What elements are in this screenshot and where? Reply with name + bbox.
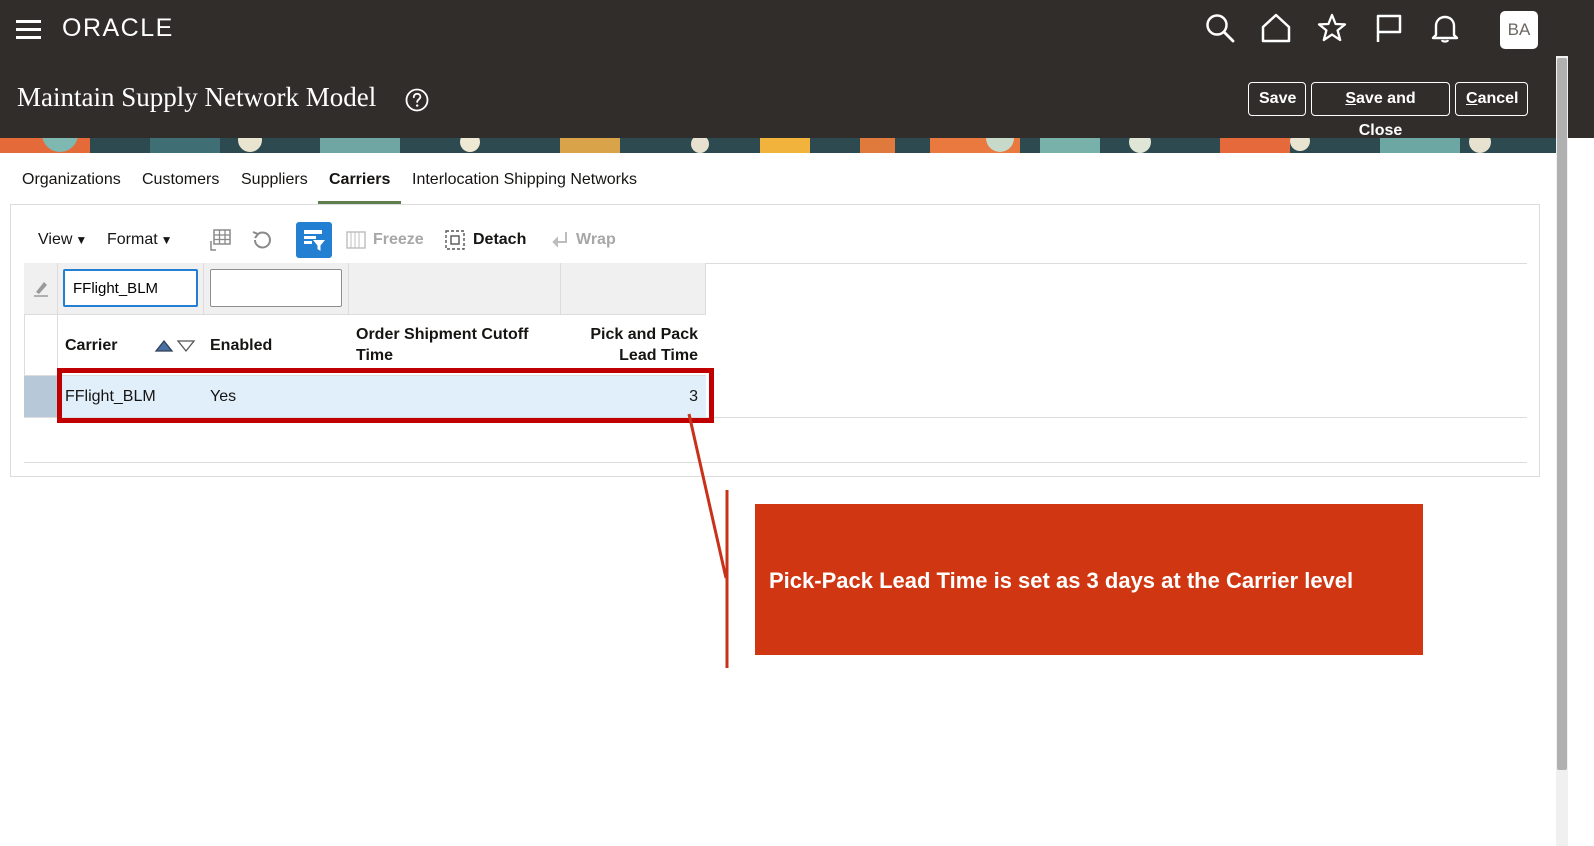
format-menu-label: Format (107, 231, 158, 248)
save-button[interactable]: Save (1248, 82, 1306, 116)
notifications-bell-icon[interactable] (1429, 12, 1461, 44)
help-icon[interactable] (405, 88, 429, 112)
detach-icon (444, 229, 466, 251)
format-caret-icon: ▼ (160, 233, 173, 247)
enabled-filter-input[interactable] (210, 269, 342, 307)
page-title: Maintain Supply Network Model (17, 82, 377, 112)
search-icon[interactable] (1204, 12, 1236, 44)
user-avatar[interactable]: BA (1500, 11, 1538, 49)
callout-connector (687, 413, 729, 668)
qbe-separator (203, 263, 204, 314)
tab-interlocation-shipping-networks[interactable]: Interlocation Shipping Networks (412, 171, 637, 189)
cutoff-time-column-header-line1[interactable]: Order Shipment Cutoff (356, 326, 528, 344)
pick-pack-column-header-line2[interactable]: Lead Time (566, 347, 698, 365)
save-and-close-access-key: S (1345, 90, 1357, 107)
cancel-access-key: C (1466, 90, 1478, 107)
grid-bottom-border (24, 462, 1527, 463)
qbe-separator (57, 263, 58, 314)
wrap-icon (550, 230, 570, 250)
detach-button[interactable]: Detach (473, 231, 526, 249)
pick-pack-column-header-line1[interactable]: Pick and Pack (566, 326, 698, 344)
decorative-banner (0, 138, 1556, 153)
cutoff-time-column-header-line2[interactable]: Time (356, 347, 393, 365)
manage-columns-icon[interactable] (208, 227, 232, 253)
annotation-callout-text: Pick-Pack Lead Time is set as 3 days at … (769, 568, 1354, 593)
carrier-filter-input[interactable] (63, 269, 198, 307)
query-by-example-button[interactable] (296, 222, 332, 258)
clear-filter-icon[interactable] (32, 279, 50, 297)
grid-col-divider (57, 314, 58, 376)
cancel-button[interactable]: Cancel (1455, 82, 1528, 116)
cancel-label: ancel (1477, 90, 1519, 107)
tab-organizations[interactable]: Organizations (22, 171, 121, 189)
qbe-separator (705, 263, 706, 314)
view-menu[interactable]: View ▼ (38, 231, 87, 249)
qbe-separator (348, 263, 349, 314)
view-menu-label: View (38, 231, 73, 248)
qbe-separator (560, 263, 561, 314)
favorites-star-icon[interactable] (1316, 12, 1348, 44)
tab-customers[interactable]: Customers (142, 171, 219, 189)
enabled-column-header[interactable]: Enabled (210, 337, 272, 355)
refresh-icon[interactable] (250, 228, 274, 252)
flag-icon[interactable] (1373, 12, 1405, 44)
freeze-button[interactable]: Freeze (373, 231, 424, 249)
freeze-icon (346, 230, 366, 250)
grid-header-border (24, 314, 706, 315)
wrap-button[interactable]: Wrap (576, 231, 616, 249)
row-selector[interactable] (24, 376, 58, 418)
sort-controls[interactable] (154, 337, 198, 353)
tab-suppliers[interactable]: Suppliers (241, 171, 308, 189)
view-caret-icon: ▼ (75, 233, 88, 247)
oracle-logo[interactable]: ORACLE (62, 14, 174, 43)
tab-carriers[interactable]: Carriers (329, 171, 390, 189)
menu-icon[interactable] (14, 14, 44, 44)
query-by-example-icon (304, 230, 325, 251)
save-and-close-button[interactable]: Save and Close (1311, 82, 1450, 139)
format-menu[interactable]: Format ▼ (107, 231, 173, 249)
global-header (0, 0, 1594, 138)
row-highlight-annotation (57, 368, 714, 423)
home-icon[interactable] (1260, 12, 1292, 44)
carrier-column-header[interactable]: Carrier (65, 337, 117, 355)
page-scrollbar-thumb[interactable] (1557, 58, 1567, 770)
